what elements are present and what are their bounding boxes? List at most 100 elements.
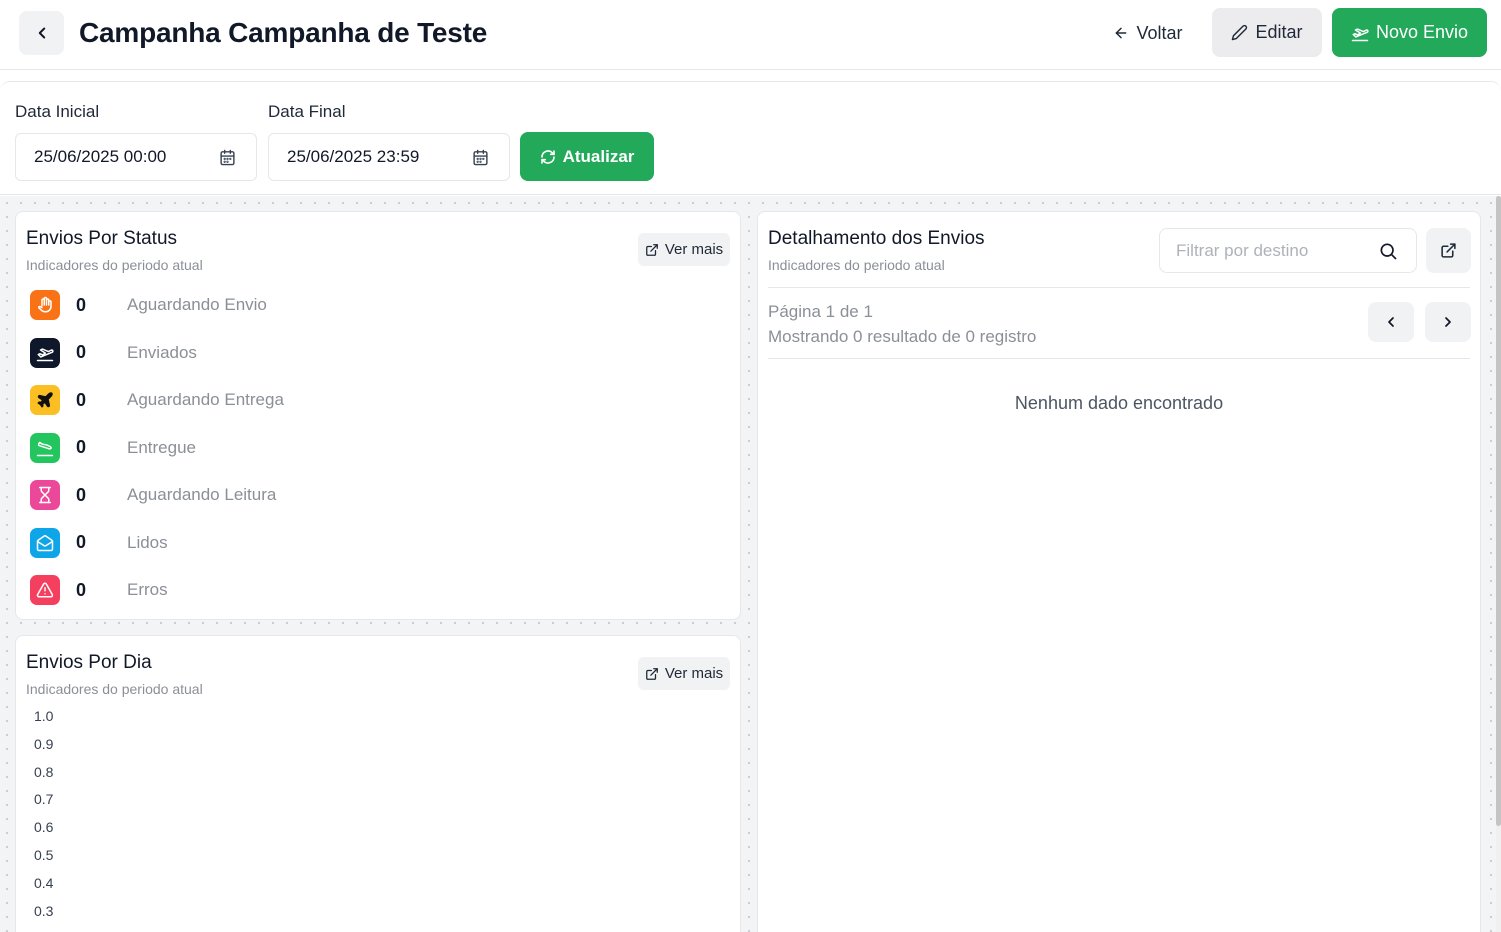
hourglass-icon: [39, 486, 51, 504]
status-card: Envios Por Status Indicadores do periodo…: [15, 211, 741, 620]
detail-card-title: Detalhamento dos Envios: [768, 228, 985, 249]
status-count: 0: [76, 532, 87, 552]
status-icon-badge: [30, 575, 60, 605]
refresh-icon: [540, 149, 555, 164]
status-label: Aguardando Envio: [127, 295, 267, 314]
editar-button[interactable]: Editar: [1212, 8, 1322, 57]
status-ver-mais-button[interactable]: Ver mais: [638, 233, 730, 266]
novo-envio-button[interactable]: Novo Envio: [1332, 8, 1487, 57]
ver-mais-label: Ver mais: [664, 241, 724, 258]
y-tick-label: 0.6: [34, 819, 54, 836]
status-row: 0 Entregue: [30, 432, 730, 464]
ver-mais-label: Ver mais: [664, 665, 724, 682]
filters-panel: Data Inicial 25/06/2025 00:00 Data Final…: [0, 81, 1501, 195]
calendar-icon: [473, 149, 488, 166]
y-tick-label: 1.0: [34, 708, 54, 724]
plane-takeoff-icon: [36, 347, 54, 361]
detail-card-subtitle: Indicadores do periodo atual: [768, 257, 945, 273]
status-row: 0 Erros: [30, 574, 730, 606]
status-count: 0: [76, 294, 87, 315]
search-icon: [1380, 243, 1397, 260]
pencil-icon: [1232, 24, 1248, 41]
day-card-subtitle: Indicadores do periodo atual: [26, 681, 203, 697]
scrollbar[interactable]: [1496, 196, 1501, 932]
voltar-button[interactable]: Voltar: [1100, 10, 1196, 56]
novo-envio-label: Novo Envio: [1375, 22, 1469, 42]
status-icon-badge: [30, 290, 60, 320]
prev-page-button[interactable]: [1368, 302, 1414, 342]
status-count: 0: [76, 437, 87, 457]
hand-icon: [38, 296, 52, 313]
day-card: Envios Por Dia Indicadores do periodo at…: [15, 635, 741, 932]
status-row: 0 Lidos: [30, 527, 730, 559]
status-icon-badge: [30, 432, 60, 463]
chevron-left-icon: [1388, 317, 1394, 327]
alert-triangle-icon: [36, 582, 54, 598]
calendar-icon: [220, 149, 235, 166]
status-count: 0: [76, 579, 87, 600]
divider: [768, 287, 1470, 288]
chevron-left-icon: [38, 27, 45, 39]
atualizar-button[interactable]: Atualizar: [520, 132, 654, 181]
destination-search[interactable]: [1159, 228, 1417, 273]
status-count: 0: [76, 342, 87, 362]
empty-state: Nenhum dado encontrado: [1014, 393, 1224, 413]
y-tick-label: 0.5: [34, 847, 54, 863]
arrow-left-icon: [1116, 27, 1127, 39]
status-label: Lidos: [127, 532, 168, 552]
status-label: Aguardando Entrega: [127, 390, 284, 409]
end-date-value: 25/06/2025 23:59: [287, 147, 420, 166]
start-date-value: 25/06/2025 00:00: [34, 147, 167, 166]
status-icon-badge: [30, 385, 60, 415]
status-row: 0 Enviados: [30, 337, 730, 369]
status-icon-badge: [30, 527, 60, 558]
page-title: Campanha Campanha de Teste: [79, 17, 488, 48]
y-tick-label: 0.3: [34, 902, 54, 919]
atualizar-label: Atualizar: [562, 146, 635, 166]
status-label: Enviados: [127, 342, 197, 362]
status-label: Entregue: [127, 437, 196, 457]
status-icon-badge: [30, 480, 60, 510]
top-bar: Campanha Campanha de Teste Voltar Editar…: [0, 0, 1501, 70]
start-date-input[interactable]: 25/06/2025 00:00: [15, 133, 257, 181]
detail-card: Detalhamento dos Envios Indicadores do p…: [757, 211, 1481, 932]
status-card-title: Envios Por Status: [26, 228, 178, 249]
page-indicator: Página 1 de 1: [768, 302, 873, 321]
status-row: 0 Aguardando Entrega: [30, 384, 730, 416]
external-link-icon: [1441, 243, 1456, 258]
scrollbar-thumb[interactable]: [1496, 196, 1501, 826]
plane-takeoff-icon: [1351, 27, 1369, 41]
y-tick-label: 0.4: [34, 874, 54, 891]
voltar-label: Voltar: [1136, 22, 1183, 43]
status-count: 0: [76, 484, 87, 505]
status-icon-badge: [30, 337, 60, 368]
status-count: 0: [76, 389, 87, 410]
y-tick-label: 0.9: [34, 735, 54, 752]
external-link-icon: [645, 667, 658, 680]
status-label: Erros: [127, 580, 168, 599]
y-tick-label: 0.7: [34, 791, 54, 808]
divider: [768, 358, 1470, 359]
editar-label: Editar: [1255, 22, 1303, 42]
chevron-right-icon: [1445, 317, 1451, 327]
results-summary: Mostrando 0 resultado de 0 registro: [768, 327, 1037, 346]
dashboard-content: Envios Por Status Indicadores do periodo…: [0, 196, 1496, 932]
plane-icon: [37, 392, 53, 408]
status-row: 0 Aguardando Leitura: [30, 479, 730, 511]
status-label: Aguardando Leitura: [127, 485, 277, 504]
destination-search-input[interactable]: [1176, 240, 1366, 261]
day-card-title: Envios Por Dia: [26, 652, 152, 673]
status-card-subtitle: Indicadores do periodo atual: [26, 257, 203, 273]
open-external-button[interactable]: [1426, 228, 1471, 273]
day-ver-mais-button[interactable]: Ver mais: [638, 657, 730, 690]
y-tick-label: 0.8: [34, 763, 54, 780]
external-link-icon: [645, 243, 658, 256]
plane-landing-icon: [36, 441, 54, 456]
back-button[interactable]: [19, 11, 64, 55]
end-date-input[interactable]: 25/06/2025 23:59: [268, 133, 510, 181]
next-page-button[interactable]: [1425, 302, 1471, 342]
status-row: 0 Aguardando Envio: [30, 289, 730, 321]
end-date-label: Data Final: [268, 102, 346, 121]
mail-open-icon: [36, 534, 54, 551]
start-date-label: Data Inicial: [15, 102, 100, 121]
